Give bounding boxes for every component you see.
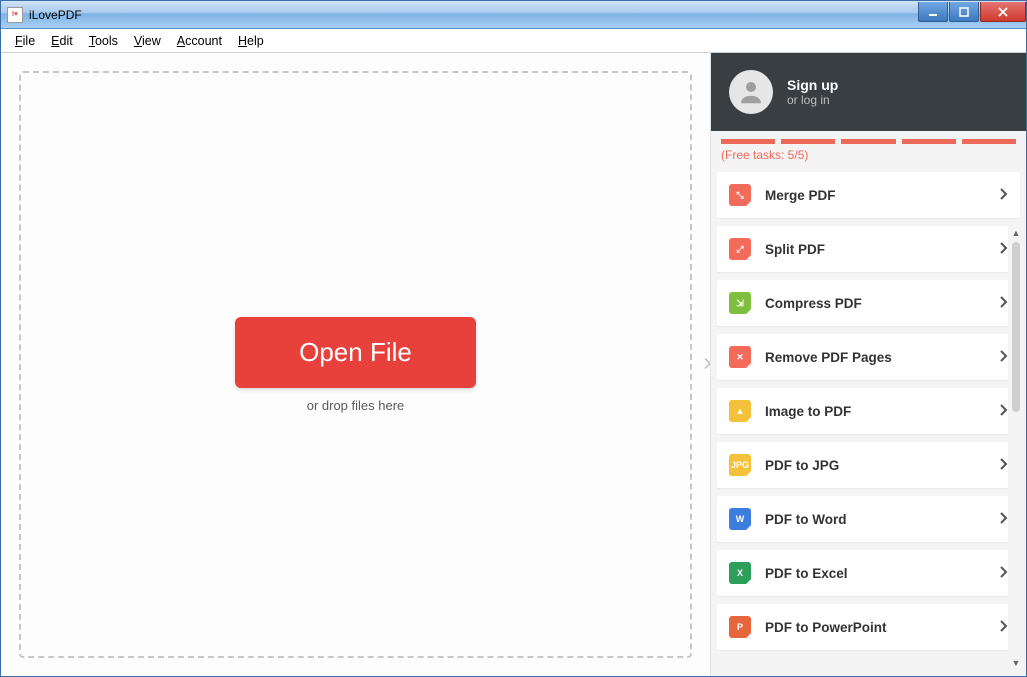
avatar-icon [729, 70, 773, 114]
tool-label: Merge PDF [765, 188, 1000, 203]
tool-label: Split PDF [765, 242, 1000, 257]
tool-label: Remove PDF Pages [765, 350, 1000, 365]
scroll-down-arrow-icon[interactable]: ▼ [1009, 655, 1024, 670]
window-controls [917, 2, 1026, 22]
chevron-right-icon [1000, 242, 1008, 257]
tool-compress[interactable]: ⇲ Compress PDF [717, 280, 1020, 326]
quota-bars [711, 131, 1026, 144]
img2pdf-icon: ▲ [729, 400, 751, 422]
drop-hint-text: or drop files here [307, 398, 405, 413]
menu-view[interactable]: View [126, 32, 169, 50]
close-icon [997, 7, 1009, 17]
login-label: or log in [787, 93, 838, 107]
menu-file[interactable]: File [7, 32, 43, 50]
signup-label: Sign up [787, 77, 838, 93]
tool-remove[interactable]: ✕ Remove PDF Pages [717, 334, 1020, 380]
drop-zone[interactable]: Open File or drop files here [19, 71, 692, 658]
account-panel[interactable]: Sign up or log in [711, 53, 1026, 131]
title-bar: I♥ iLovePDF [1, 1, 1026, 29]
merge-icon: ⤡ [729, 184, 751, 206]
compress-icon: ⇲ [729, 292, 751, 314]
tool-pdf2excel[interactable]: X PDF to Excel [717, 550, 1020, 596]
tool-label: Compress PDF [765, 296, 1000, 311]
chevron-right-icon [1000, 296, 1008, 311]
close-button[interactable] [980, 2, 1026, 22]
open-file-button[interactable]: Open File [235, 317, 476, 388]
account-text: Sign up or log in [787, 77, 838, 107]
tool-label: PDF to Word [765, 512, 1000, 527]
menu-account[interactable]: Account [169, 32, 230, 50]
tool-label: PDF to PowerPoint [765, 620, 1000, 635]
chevron-right-icon [1000, 566, 1008, 581]
split-icon: ⤢ [729, 238, 751, 260]
menu-edit[interactable]: Edit [43, 32, 81, 50]
chevron-right-icon [1000, 404, 1008, 419]
app-window: I♥ iLovePDF File Edit Tools View Account… [0, 0, 1027, 677]
menu-tools[interactable]: Tools [81, 32, 126, 50]
pdf2word-icon: W [729, 508, 751, 530]
tool-label: PDF to Excel [765, 566, 1000, 581]
tool-list: ⤡ Merge PDF ⤢ Split PDF ⇲ Compress PDF ✕ Remove… [711, 172, 1026, 676]
menu-help[interactable]: Help [230, 32, 272, 50]
chevron-right-icon [1000, 350, 1008, 365]
tool-pdf2ppt[interactable]: P PDF to PowerPoint [717, 604, 1020, 650]
tool-label: PDF to JPG [765, 458, 1000, 473]
pdf2excel-icon: X [729, 562, 751, 584]
chevron-right-icon [1000, 620, 1008, 635]
maximize-icon [959, 7, 969, 17]
minimize-icon [928, 7, 938, 17]
client-area: Open File or drop files here Sign up or … [1, 53, 1026, 676]
app-icon: I♥ [7, 7, 23, 23]
chevron-right-icon [1000, 458, 1008, 473]
scroll-up-arrow-icon[interactable]: ▲ [1009, 225, 1024, 240]
chevron-right-icon [1000, 188, 1008, 203]
window-title: iLovePDF [29, 8, 82, 22]
pdf2jpg-icon: JPG [729, 454, 751, 476]
tool-label: Image to PDF [765, 404, 1000, 419]
chevron-right-icon [1000, 512, 1008, 527]
quota-text: (Free tasks: 5/5) [711, 144, 1026, 172]
sidebar: Sign up or log in (Free tasks: 5/5) ⤡ Mer… [710, 53, 1026, 676]
tool-split[interactable]: ⤢ Split PDF [717, 226, 1020, 272]
scrollbar[interactable]: ▲ ▼ [1008, 225, 1024, 670]
remove-icon: ✕ [729, 346, 751, 368]
tool-img2pdf[interactable]: ▲ Image to PDF [717, 388, 1020, 434]
menu-bar: File Edit Tools View Account Help [1, 29, 1026, 53]
scroll-thumb[interactable] [1012, 242, 1020, 412]
pdf2ppt-icon: P [729, 616, 751, 638]
minimize-button[interactable] [918, 2, 948, 22]
tool-merge[interactable]: ⤡ Merge PDF [717, 172, 1020, 218]
main-panel: Open File or drop files here [1, 53, 710, 676]
tool-pdf2jpg[interactable]: JPG PDF to JPG [717, 442, 1020, 488]
tool-pdf2word[interactable]: W PDF to Word [717, 496, 1020, 542]
maximize-button[interactable] [949, 2, 979, 22]
